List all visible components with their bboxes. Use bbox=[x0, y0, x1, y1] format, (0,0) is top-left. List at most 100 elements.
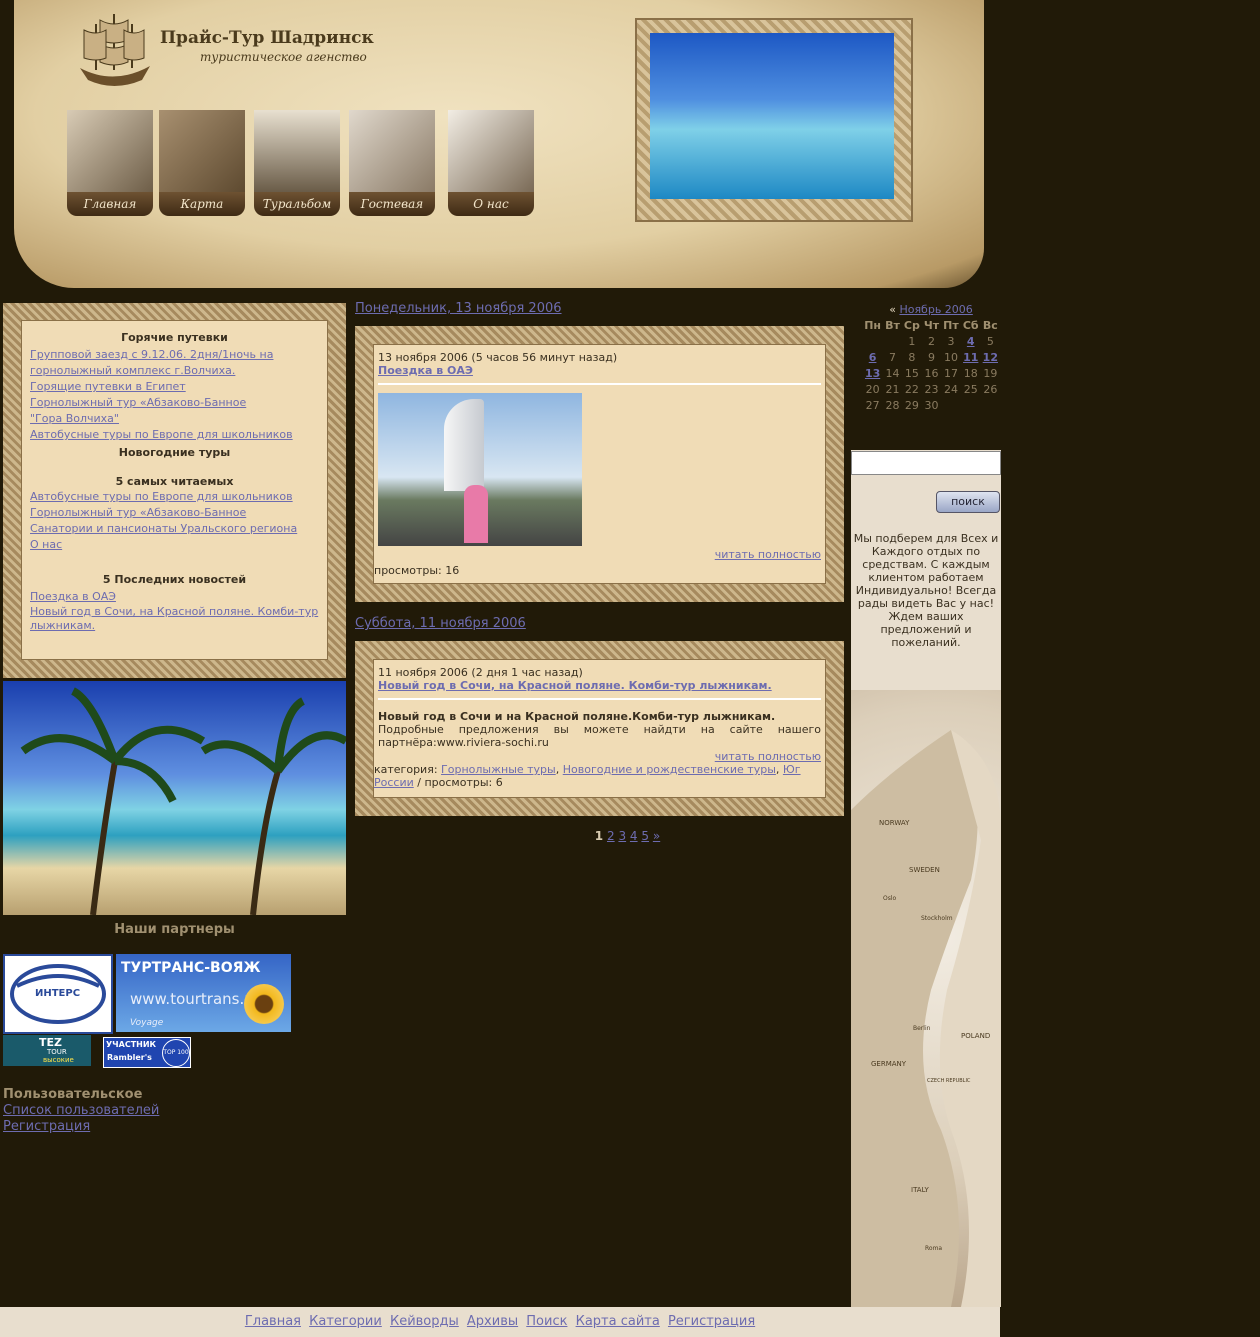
post1-date-link[interactable]: Понедельник, 13 ноября 2006 bbox=[355, 301, 562, 316]
top-link-1[interactable]: Автобусные туры по Европе для школьников bbox=[30, 489, 319, 505]
post2-read-more[interactable]: читать полностью bbox=[715, 750, 821, 763]
hot-link-4[interactable]: "Гора Волчиха" bbox=[30, 411, 319, 427]
calendar-day: 26 bbox=[983, 382, 998, 396]
last-link-1[interactable]: Поездка в ОАЭ bbox=[30, 589, 319, 605]
partner-intres-logo[interactable]: ИНТЕРС bbox=[3, 954, 113, 1034]
last-link-2[interactable]: Новый год в Сочи, на Красной поляне. Ком… bbox=[30, 605, 319, 633]
post2-category-1[interactable]: Горнолыжные туры bbox=[441, 763, 556, 776]
calendar-weekday: Сб bbox=[962, 318, 979, 332]
post1-title[interactable]: Поездка в ОАЭ bbox=[378, 364, 473, 377]
nav-home[interactable]: Главная bbox=[67, 110, 153, 218]
map-label-italy: ITALY bbox=[911, 1186, 930, 1194]
map-label-czech: CZECH REPUBLIC bbox=[927, 1078, 971, 1084]
calendar-day-link[interactable]: 13 bbox=[865, 367, 880, 380]
post1-photo bbox=[378, 393, 582, 546]
top-link-2[interactable]: Горнолыжный тур «Абзаково-Банное bbox=[30, 505, 319, 521]
calendar-day: 5 bbox=[986, 334, 994, 348]
calendar-day: 22 bbox=[904, 382, 919, 396]
calendar-day: 16 bbox=[924, 366, 939, 380]
footer-link-sitemap[interactable]: Карта сайта bbox=[576, 1314, 660, 1329]
footer-link-register[interactable]: Регистрация bbox=[668, 1314, 755, 1329]
map-label-poland: POLAND bbox=[961, 1032, 990, 1040]
post2-category-label: категория: bbox=[374, 763, 438, 776]
pager-next[interactable]: » bbox=[653, 829, 660, 843]
partner-tez-logo[interactable]: TEZ TOUR высокие bbox=[3, 1035, 91, 1066]
top-link-4[interactable]: О нас bbox=[30, 537, 319, 553]
pager-page-3[interactable]: 3 bbox=[618, 829, 626, 843]
hot-link-2[interactable]: Горящие путевки в Египет bbox=[30, 379, 319, 395]
rambler-top100-counter[interactable]: УЧАСТНИК Rambler's TOP 100 bbox=[103, 1037, 191, 1068]
calendar-weekday: Вт bbox=[885, 318, 900, 332]
calendar-weekday: Чт bbox=[923, 318, 940, 332]
site-slogan: туристическое агенство bbox=[200, 50, 367, 64]
site-title: Прайс-Тур Шадринск bbox=[160, 28, 374, 48]
map-label-sweden: SWEDEN bbox=[909, 866, 940, 874]
calendar-day-link[interactable]: 11 bbox=[963, 351, 978, 364]
calendar-day: 18 bbox=[963, 366, 978, 380]
hot-link-5[interactable]: Автобусные туры по Европе для школьников bbox=[30, 427, 319, 443]
search-input[interactable] bbox=[851, 451, 1001, 475]
nav-map-label: Карта bbox=[159, 192, 245, 216]
calendar-day: 4 bbox=[961, 333, 981, 349]
post2-title[interactable]: Новый год в Сочи, на Красной поляне. Ком… bbox=[378, 679, 772, 692]
calendar-day: 8 bbox=[908, 350, 916, 364]
nav-guestbook[interactable]: Гостевая bbox=[349, 110, 435, 218]
calendar-day: 19 bbox=[983, 366, 998, 380]
island-photo bbox=[650, 33, 894, 199]
pager-page-4[interactable]: 4 bbox=[630, 829, 638, 843]
sunflower-icon bbox=[244, 984, 284, 1024]
top-link-3[interactable]: Санатории и пансионаты Уральского регион… bbox=[30, 521, 319, 537]
post2-date-link[interactable]: Суббота, 11 ноября 2006 bbox=[355, 616, 526, 631]
footer-link-categories[interactable]: Категории bbox=[309, 1314, 382, 1329]
rambler-text-2: Rambler's bbox=[107, 1053, 152, 1062]
calendar-day: 24 bbox=[943, 382, 958, 396]
post1-read-more[interactable]: читать полностью bbox=[715, 548, 821, 561]
footer-link-search[interactable]: Поиск bbox=[526, 1314, 567, 1329]
user-list-link[interactable]: Список пользователей bbox=[3, 1103, 159, 1119]
calendar-day: 12 bbox=[981, 349, 1000, 365]
post2-body: Подробные предложения вы можете найдти н… bbox=[378, 723, 821, 749]
calendar-day bbox=[862, 333, 883, 349]
calendar-day: 13 bbox=[862, 365, 883, 381]
hot-tours-title: Горячие путевки bbox=[121, 331, 228, 344]
nav-guestbook-label: Гостевая bbox=[349, 192, 435, 216]
calendar-prev-month[interactable]: « bbox=[889, 303, 896, 316]
hot-link-3[interactable]: Горнолыжный тур «Абзаково-Банное bbox=[30, 395, 319, 411]
calendar-day-link[interactable]: 6 bbox=[869, 351, 877, 364]
footer-link-keywords[interactable]: Кейворды bbox=[390, 1314, 459, 1329]
calendar-day: 6 bbox=[862, 349, 883, 365]
person-figure-icon bbox=[464, 485, 488, 543]
rambler-text-1: УЧАСТНИК bbox=[106, 1040, 157, 1049]
user-register-link[interactable]: Регистрация bbox=[3, 1119, 159, 1135]
calendar-day: 15 bbox=[904, 366, 919, 380]
nav-home-label: Главная bbox=[67, 192, 153, 216]
hot-link-1[interactable]: Групповой заезд с 9.12.06. 2дня/1ночь на… bbox=[30, 347, 319, 379]
calendar-month-title[interactable]: Ноябрь 2006 bbox=[899, 303, 972, 316]
nav-album-photo bbox=[254, 110, 340, 192]
nav-about-photo bbox=[448, 110, 534, 192]
nav-about[interactable]: О нас bbox=[448, 110, 534, 218]
nav-album[interactable]: Туральбом bbox=[254, 110, 340, 218]
search-button[interactable]: поиск bbox=[936, 491, 1000, 513]
calendar-day: 1 bbox=[908, 334, 916, 348]
calendar-day: 28 bbox=[885, 398, 900, 412]
partner-tourtrans-logo[interactable]: ТУРТРАНС-ВОЯЖ www.tourtrans.ru Voyage bbox=[116, 954, 291, 1032]
europe-map-icon: NORWAY SWEDEN Stockholm Oslo Berlin POLA… bbox=[851, 730, 1001, 1307]
post2-category-2[interactable]: Новогодние и рождественские туры bbox=[563, 763, 776, 776]
pager-page-2[interactable]: 2 bbox=[607, 829, 615, 843]
footer-nav: Главная Категории Кейворды Архивы Поиск … bbox=[0, 1307, 1000, 1337]
footer-link-archives[interactable]: Архивы bbox=[467, 1314, 518, 1329]
post2-body-bold: Новый год в Сочи и на Красной поляне.Ком… bbox=[378, 710, 776, 723]
pager-page-5[interactable]: 5 bbox=[641, 829, 649, 843]
calendar-day-link[interactable]: 4 bbox=[967, 335, 975, 348]
calendar-weekday: Пт bbox=[943, 318, 959, 332]
nav-home-photo bbox=[67, 110, 153, 192]
nav-map[interactable]: Карта bbox=[159, 110, 245, 218]
post1-frame: 13 ноября 2006 (5 часов 56 минут назад) … bbox=[355, 326, 844, 602]
map-label-stockholm: Stockholm bbox=[921, 915, 953, 922]
calendar-day: 27 bbox=[865, 398, 880, 412]
post1-panel: 13 ноября 2006 (5 часов 56 минут назад) … bbox=[373, 344, 826, 584]
footer-link-home[interactable]: Главная bbox=[245, 1314, 301, 1329]
calendar-day-link[interactable]: 12 bbox=[983, 351, 998, 364]
nav-about-label: О нас bbox=[448, 192, 534, 216]
